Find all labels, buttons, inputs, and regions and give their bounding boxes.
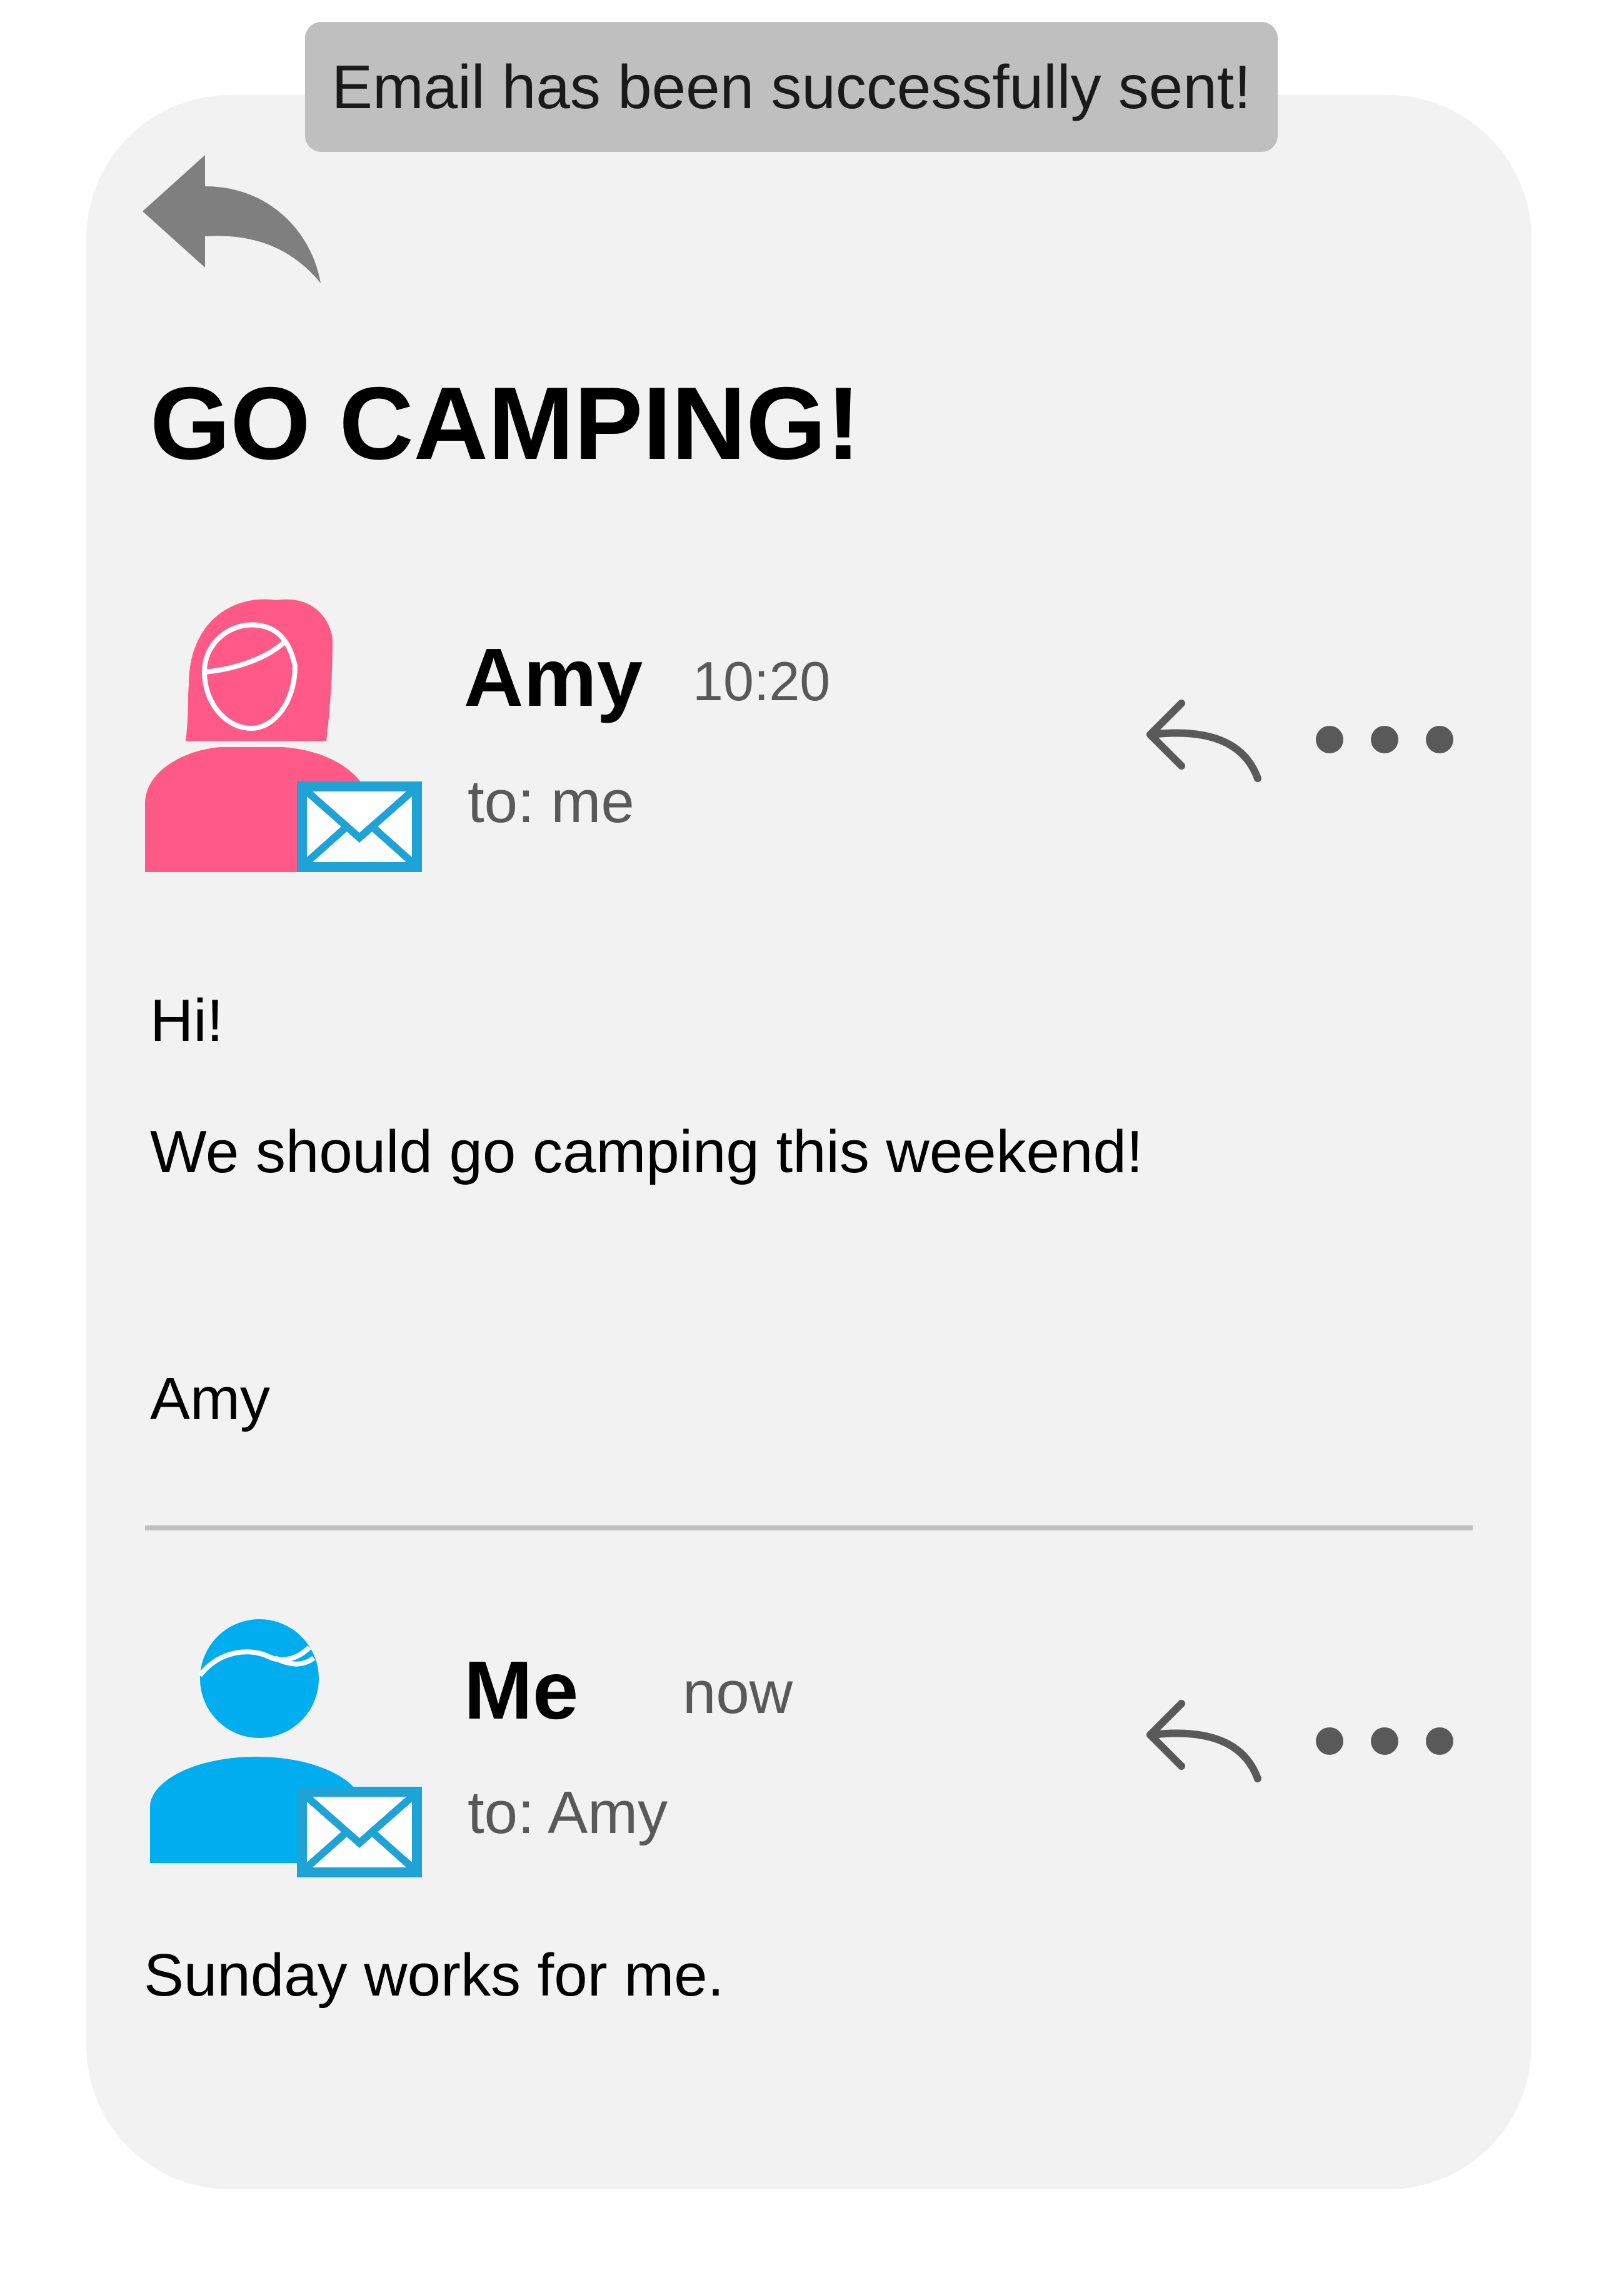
message-body-line: Sunday works for me. [144, 1942, 724, 2009]
back-arrow-icon [143, 155, 321, 283]
message-time: now [683, 1659, 793, 1726]
reply-button[interactable] [1144, 1691, 1263, 1785]
more-options-button[interactable] [1316, 1719, 1453, 1763]
message-body-line: We should go camping this weekend! [150, 1118, 1143, 1185]
message-signature: Amy [150, 1365, 270, 1432]
reply-icon [1146, 1700, 1261, 1782]
envelope-icon [297, 1787, 422, 1877]
message-body-line: Hi! [150, 987, 224, 1054]
success-toast: Email has been successfully sent! [305, 22, 1278, 152]
message-divider [145, 1525, 1473, 1530]
envelope-icon [297, 781, 422, 872]
more-options-button[interactable] [1316, 718, 1453, 761]
more-options-icon [1316, 1727, 1453, 1755]
back-button[interactable] [143, 155, 324, 293]
mail-badge-amy [297, 781, 422, 872]
reply-icon [1146, 700, 1261, 782]
message-recipient: to: me [468, 768, 634, 835]
reply-button[interactable] [1144, 691, 1263, 785]
toast-message: Email has been successfully sent! [331, 52, 1251, 121]
more-options-icon [1316, 726, 1453, 753]
sender-name: Amy [464, 631, 643, 723]
thread-subject: GO CAMPING! [150, 366, 861, 481]
message-recipient: to: Amy [468, 1779, 668, 1846]
message-time: 10:20 [693, 650, 831, 712]
sender-name: Me [464, 1644, 579, 1736]
mail-badge-me [297, 1787, 422, 1877]
